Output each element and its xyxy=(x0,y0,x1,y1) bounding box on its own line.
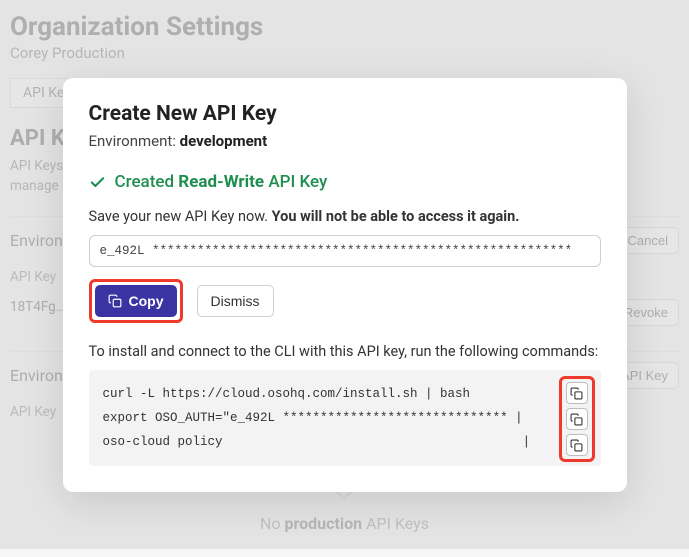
modal-actions: Copy Dismiss xyxy=(89,279,601,323)
success-message: Created Read-Write API Key xyxy=(89,172,601,192)
copy-commands-highlight xyxy=(559,376,595,462)
code-line: export OSO_AUTH="e_492L ****************… xyxy=(103,406,587,430)
modal-environment: Environment: development xyxy=(89,132,601,150)
dismiss-button[interactable]: Dismiss xyxy=(197,285,274,317)
copy-icon xyxy=(570,413,583,426)
success-suffix: API Key xyxy=(264,172,327,192)
modal-env-value: development xyxy=(180,132,268,150)
copy-label: Copy xyxy=(129,293,164,309)
save-note-bold: You will not be able to access it again. xyxy=(272,208,520,225)
copy-icon xyxy=(570,387,583,400)
install-note: To install and connect to the CLI with t… xyxy=(89,343,601,360)
copy-icon xyxy=(570,439,583,452)
code-line: oso-cloud policy | xyxy=(103,430,587,454)
code-text: export OSO_AUTH="e_492L ****************… xyxy=(103,411,523,425)
copy-icon xyxy=(108,294,122,308)
create-api-key-modal: Create New API Key Environment: developm… xyxy=(63,78,627,492)
code-line: curl -L https://cloud.osohq.com/install.… xyxy=(103,382,587,406)
check-icon xyxy=(89,174,106,191)
copy-line-2-button[interactable] xyxy=(566,408,588,430)
save-note-prefix: Save your new API Key now. xyxy=(89,208,272,225)
modal-overlay[interactable]: Create New API Key Environment: developm… xyxy=(0,0,689,549)
cli-code-block: curl -L https://cloud.osohq.com/install.… xyxy=(89,370,601,466)
modal-title: Create New API Key xyxy=(89,102,601,126)
modal-env-label: Environment: xyxy=(89,132,180,150)
copy-line-3-button[interactable] xyxy=(566,434,588,456)
copy-line-1-button[interactable] xyxy=(566,382,588,404)
success-bold: Read-Write xyxy=(178,172,264,192)
copy-highlight: Copy xyxy=(89,279,183,323)
copy-button[interactable]: Copy xyxy=(95,285,177,317)
success-prefix: Created xyxy=(115,172,179,192)
code-text: curl -L https://cloud.osohq.com/install.… xyxy=(103,387,471,401)
code-text: oso-cloud policy | xyxy=(103,435,531,449)
save-note: Save your new API Key now. You will not … xyxy=(89,208,601,225)
api-key-display: e_492L *********************************… xyxy=(89,235,601,267)
